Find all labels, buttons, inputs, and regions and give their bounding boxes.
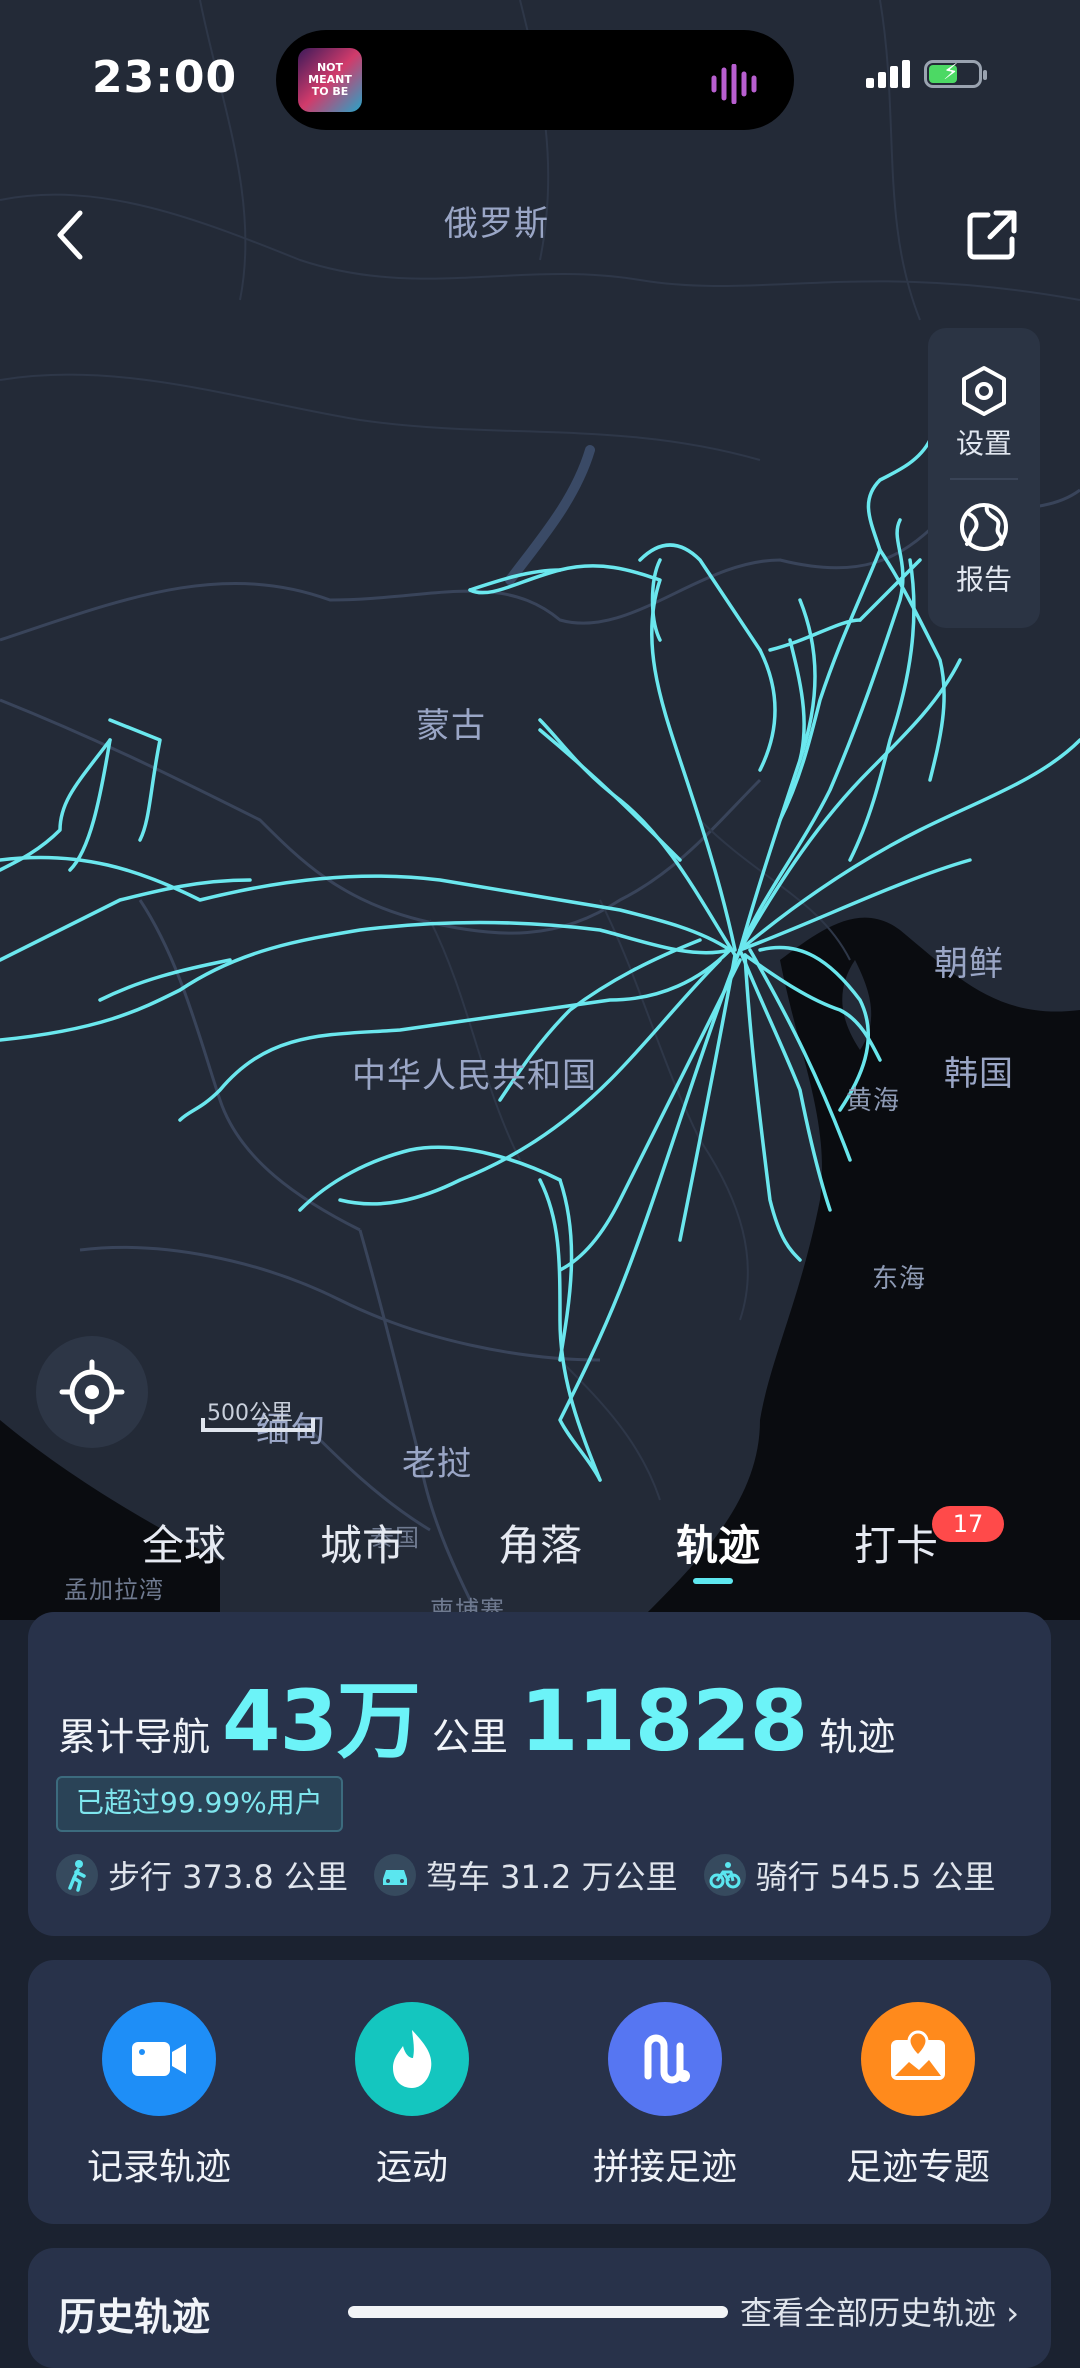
map-label-north-korea: 朝鲜 — [934, 944, 1004, 984]
view-all-history-link[interactable]: 查看全部历史轨迹 › — [740, 2288, 1019, 2334]
chevron-right-icon: › — [1006, 2294, 1019, 2332]
map-label-china: 中华人民共和国 — [352, 1056, 597, 1096]
map-label-mongolia: 蒙古 — [416, 706, 486, 746]
dynamic-island[interactable]: NOT MEANT TO BE — [276, 30, 794, 130]
walk-stat: 步行 373.8 公里 — [56, 1852, 348, 1898]
album-art[interactable]: NOT MEANT TO BE — [298, 48, 362, 112]
settings-label: 设置 — [955, 427, 1012, 460]
walk-icon — [56, 1854, 98, 1896]
checkin-count-badge: 17 — [932, 1506, 1004, 1542]
nav-total-label: 累计导航 — [58, 1715, 211, 1759]
tab-tracks[interactable]: 轨迹 — [648, 1512, 788, 1573]
hexagon-settings-icon — [962, 366, 1006, 416]
audio-wave-icon — [711, 64, 757, 104]
bicycle-icon — [703, 1854, 746, 1896]
stats-summary: 累计导航 43万 公里 11828 轨迹 — [58, 1654, 907, 1775]
settings-button[interactable]: 设置 — [928, 364, 1040, 462]
travel-modes: 步行 373.8 公里 驾车 31.2 万公里 骑行 545.5 公里 — [56, 1852, 1022, 1898]
map-label-yellow-sea: 黄海 — [846, 1086, 901, 1116]
record-track-button[interactable]: 记录轨迹 — [59, 2002, 259, 2190]
status-indicators: ⚡ — [866, 60, 987, 88]
battery-icon: ⚡ — [924, 60, 987, 88]
back-arrow-icon[interactable] — [50, 205, 90, 265]
globe-report-icon — [960, 503, 1008, 551]
map-label-laos: 老挝 — [402, 1444, 472, 1484]
distance-value: 43万 — [222, 1672, 421, 1770]
record-track-label: 记录轨迹 — [86, 2147, 231, 2188]
active-tab-indicator — [693, 1578, 733, 1584]
map-label-russia: 俄罗斯 — [444, 204, 549, 244]
walk-distance: 步行 373.8 公里 — [108, 1858, 348, 1896]
tab-corner[interactable]: 角落 — [470, 1512, 610, 1573]
album-art-text: NOT MEANT TO BE — [308, 61, 352, 98]
tab-city[interactable]: 城市 — [292, 1512, 432, 1573]
drive-stat: 驾车 31.2 万公里 — [373, 1852, 678, 1898]
category-tabs: 全球 城市 角落 轨迹 打卡 — [0, 1512, 1080, 1582]
sport-label: 运动 — [375, 2147, 448, 2188]
share-icon[interactable] — [962, 205, 1022, 265]
side-panel: 设置 报告 — [928, 328, 1040, 628]
status-time: 23:00 — [92, 52, 238, 103]
car-icon — [373, 1854, 416, 1896]
report-button[interactable]: 报告 — [928, 500, 1040, 598]
video-camera-icon — [102, 2002, 216, 2116]
rank-badge: 已超过99.99%用户 — [56, 1776, 343, 1832]
locate-button[interactable] — [36, 1336, 148, 1448]
map-label-south-korea: 韩国 — [944, 1054, 1014, 1094]
track-count: 11828 — [519, 1672, 808, 1770]
footprint-topic-button[interactable]: 足迹专题 — [818, 2002, 1018, 2190]
map-scale-text: 500公里 — [207, 1401, 293, 1426]
map-label-east-sea: 东海 — [872, 1264, 927, 1294]
tab-global[interactable]: 全球 — [114, 1512, 254, 1573]
crosshair-icon — [59, 1359, 125, 1425]
side-panel-divider — [950, 478, 1018, 480]
stats-card: 累计导航 43万 公里 11828 轨迹 已超过99.99%用户 步行 373.… — [28, 1612, 1051, 1936]
drive-distance: 驾车 31.2 万公里 — [425, 1858, 678, 1896]
report-label: 报告 — [955, 563, 1012, 596]
home-indicator[interactable] — [348, 2306, 728, 2318]
signal-icon — [866, 60, 910, 88]
sport-button[interactable]: 运动 — [312, 2002, 512, 2190]
route-join-icon — [608, 2002, 722, 2116]
ride-distance: 骑行 545.5 公里 — [755, 1858, 996, 1896]
distance-unit: 公里 — [431, 1715, 508, 1759]
actions-card: 记录轨迹 运动 拼接足迹 足迹专题 — [28, 1960, 1051, 2224]
join-footprint-button[interactable]: 拼接足迹 — [565, 2002, 765, 2190]
view-all-history-text: 查看全部历史轨迹 — [740, 2294, 997, 2332]
track-unit: 轨迹 — [819, 1715, 896, 1759]
ride-stat: 骑行 545.5 公里 — [703, 1852, 996, 1898]
footprint-topic-label: 足迹专题 — [845, 2147, 990, 2188]
history-title: 历史轨迹 — [58, 2295, 211, 2339]
map-view[interactable]: 俄罗斯 蒙古 朝鲜 韩国 中华人民共和国 黄海 东海 老挝 缅甸 泰国 孟加拉湾… — [0, 0, 1080, 1624]
flame-icon — [355, 2002, 469, 2116]
join-footprint-label: 拼接足迹 — [592, 2147, 737, 2188]
photo-location-icon — [861, 2002, 975, 2116]
